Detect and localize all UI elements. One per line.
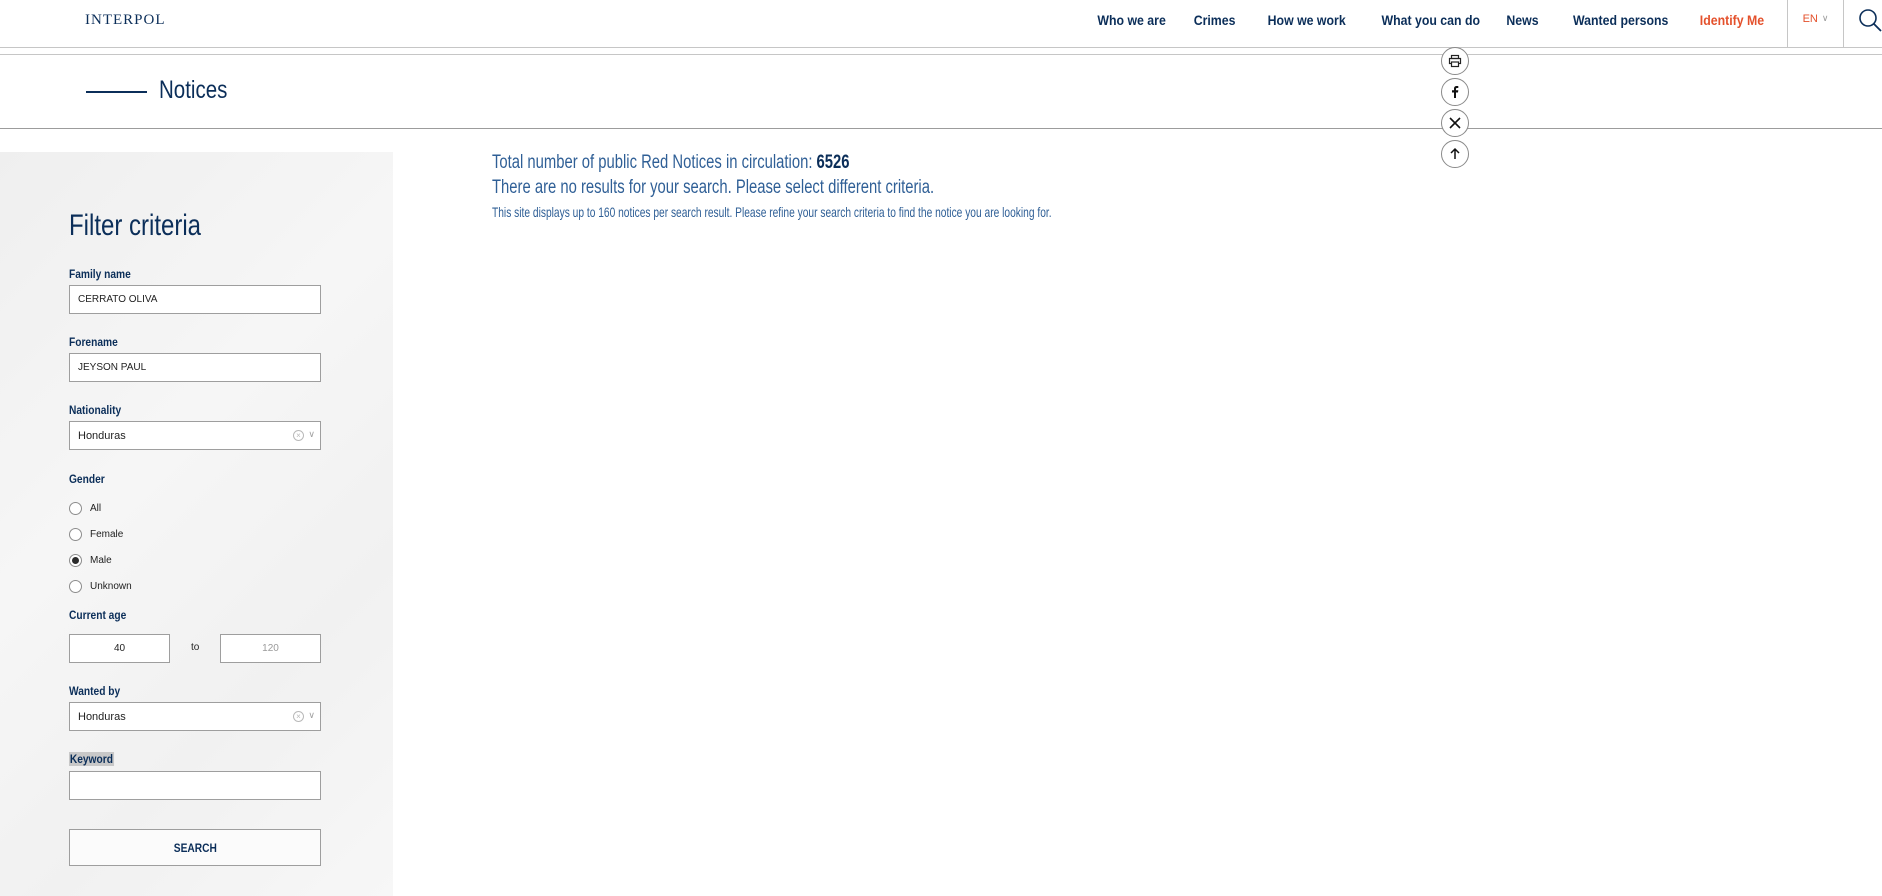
wanted-by-select[interactable]: Honduras × ∨ [69,702,321,731]
nationality-select[interactable]: Honduras × ∨ [69,421,321,450]
page-title-band: Notices [0,54,1882,129]
results-limit-note: This site displays up to 160 notices per… [492,204,1052,220]
total-notices-count: 6526 [816,152,850,173]
nav-wanted-persons[interactable]: Wanted persons [1573,12,1668,28]
search-button[interactable]: SEARCH [69,829,321,866]
filter-title: Filter criteria [69,209,202,242]
forename-label: Forename [69,335,118,349]
share-tools [1441,47,1469,171]
radio-label: Female [90,528,124,540]
page-title: Notices [159,76,228,104]
gender-option-male[interactable]: Male [69,552,112,568]
facebook-icon [1452,86,1459,98]
gender-label: Gender [69,472,105,486]
printer-icon [1448,54,1462,68]
clear-icon[interactable]: × [293,711,304,722]
search-icon[interactable] [1858,8,1882,32]
print-button[interactable] [1441,47,1469,75]
nationality-label: Nationality [69,403,122,417]
total-notices-text: Total number of public Red Notices in ci… [492,152,850,174]
chevron-down-icon: ∨ [308,710,315,720]
radio-button-checked[interactable] [69,553,82,567]
radio-button[interactable] [69,579,82,593]
keyword-input[interactable] [69,771,321,800]
radio-button[interactable] [69,501,82,515]
radio-label: Unknown [90,580,132,592]
nav-how-we-work[interactable]: How we work [1268,12,1346,28]
current-age-label: Current age [69,608,127,622]
radio-label: All [90,502,102,514]
nationality-value: Honduras [78,430,126,442]
gender-option-all[interactable]: All [69,500,101,516]
radio-label: Male [90,554,112,566]
nav-identify-me[interactable]: Identify Me [1700,12,1764,28]
nav-who-we-are[interactable]: Who we are [1097,12,1165,28]
arrow-up-icon [1450,147,1460,159]
wanted-by-value: Honduras [78,711,126,723]
age-min-input[interactable] [69,634,170,663]
age-range-separator: to [191,642,200,653]
wanted-by-label: Wanted by [69,684,121,698]
family-name-label: Family name [69,267,131,281]
language-label: EN [1802,13,1818,25]
facebook-share-button[interactable] [1441,78,1469,106]
x-icon [1449,117,1461,129]
top-navigation-bar: INTERPOL Who we are Crimes How we work W… [0,0,1882,48]
clear-icon[interactable]: × [293,430,304,441]
gender-option-female[interactable]: Female [69,526,123,542]
family-name-input[interactable] [69,285,321,314]
title-decoration-line [86,91,147,93]
chevron-down-icon: ∨ [308,429,315,439]
back-to-top-button[interactable] [1441,140,1469,168]
forename-input[interactable] [69,353,321,382]
main-nav: Who we are Crimes How we work What you c… [1066,0,1764,40]
language-selector[interactable]: EN ∨ [1787,0,1844,48]
total-notices-label: Total number of public Red Notices in ci… [492,152,817,173]
nav-news[interactable]: News [1506,12,1538,28]
x-share-button[interactable] [1441,109,1469,137]
age-max-input[interactable] [220,634,321,663]
interpol-logo[interactable]: INTERPOL [85,12,166,29]
filter-sidebar: Filter criteria Family name Forename Nat… [0,152,393,896]
keyword-label: Keyword [69,752,114,766]
no-results-message: There are no results for your search. Pl… [492,177,935,198]
nav-what-you-can-do[interactable]: What you can do [1381,12,1480,28]
gender-option-unknown[interactable]: Unknown [69,578,132,594]
search-button-label: SEARCH [173,840,217,855]
chevron-down-icon: ∨ [1821,13,1829,23]
nav-crimes[interactable]: Crimes [1193,12,1235,28]
radio-button[interactable] [69,527,82,541]
